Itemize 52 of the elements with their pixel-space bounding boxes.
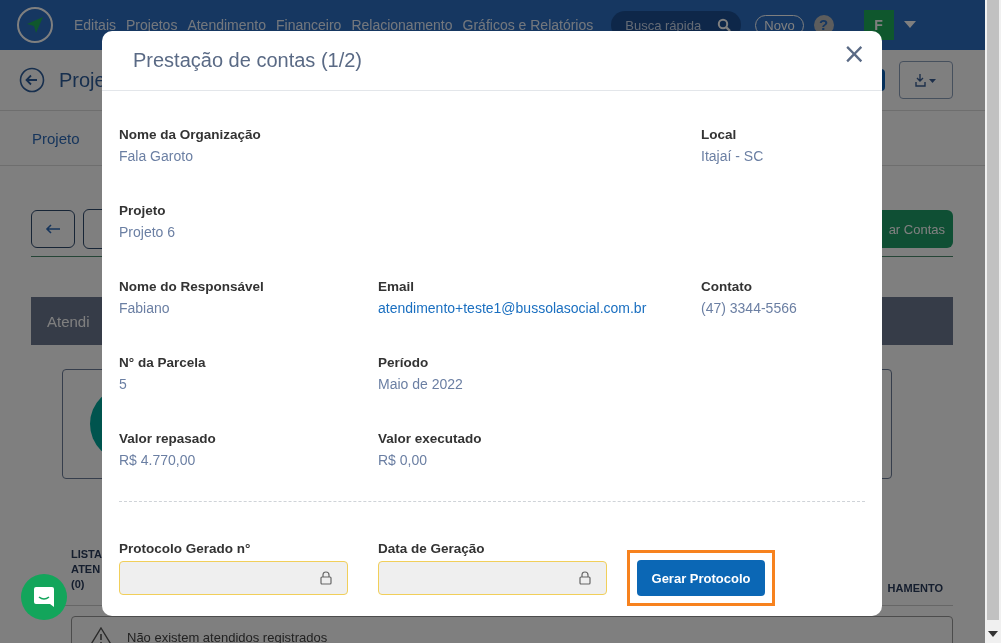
field-value: Projeto 6 xyxy=(119,224,177,240)
attendees-tab[interactable]: Atendi xyxy=(47,312,90,330)
field-label: Período xyxy=(378,355,430,370)
list-title: LISTA ATEN (0) xyxy=(71,546,103,592)
lock-icon xyxy=(579,571,591,585)
field-label: Contato xyxy=(701,279,753,294)
project-tab[interactable]: Projeto xyxy=(32,129,80,147)
warning-icon xyxy=(89,627,113,643)
scrollbar-thumb[interactable] xyxy=(987,0,999,620)
chat-button[interactable] xyxy=(21,574,67,620)
email-link[interactable]: atendimento+teste1@bussolasocial.com.br xyxy=(378,300,701,316)
field-label: Projeto xyxy=(119,203,167,218)
nav-link[interactable]: Atendimento xyxy=(187,17,266,33)
field-value: Fala Garoto xyxy=(119,148,194,164)
nav-link[interactable]: Editais xyxy=(74,17,117,33)
field-value: R$ 4.770,00 xyxy=(119,452,197,468)
scrollbar[interactable] xyxy=(985,0,1001,643)
download-icon xyxy=(915,73,937,87)
field-label: Valor repasado xyxy=(119,431,217,446)
nav-link[interactable]: Projetos xyxy=(126,17,178,33)
input-field[interactable] xyxy=(119,561,348,595)
nav-link[interactable]: Relacionamento xyxy=(351,17,453,33)
field-label: N° da Parcela xyxy=(119,355,207,370)
field-label: Nome do Responsável xyxy=(119,279,265,294)
field-value: (47) 3344-5566 xyxy=(701,300,798,316)
modal-title: Prestação de contas (1/2) xyxy=(133,49,363,72)
field-value: R$ 0,00 xyxy=(378,452,429,468)
field-label: Data de Geração xyxy=(378,541,486,556)
field-label: Email xyxy=(378,279,416,294)
nav-link[interactable]: Financeiro xyxy=(276,17,342,33)
field-value: Itajaí - SC xyxy=(701,148,765,164)
arrow-left-icon xyxy=(45,224,61,234)
lock-icon xyxy=(320,571,332,585)
caret-icon[interactable] xyxy=(903,21,916,29)
field-value: Maio de 2022 xyxy=(378,376,464,392)
field-label: Valor executado xyxy=(378,431,483,446)
generate-protocol-button[interactable]: Gerar Protocolo xyxy=(637,560,765,596)
field-value: Fabiano xyxy=(119,300,171,316)
nav-link[interactable]: Gráficos e Relatórios xyxy=(462,17,594,33)
field-value: 5 xyxy=(119,376,128,392)
input-field[interactable] xyxy=(378,561,607,595)
field-label: Local xyxy=(701,127,738,142)
chat-icon xyxy=(33,586,55,608)
scroll-down-icon[interactable] xyxy=(988,631,998,637)
download-button[interactable] xyxy=(899,61,953,99)
field-label: Protocolo Gerado n° xyxy=(119,541,252,556)
close-button[interactable]: × xyxy=(838,41,870,66)
back-icon[interactable] xyxy=(19,67,45,93)
column-header: HAMENTO xyxy=(887,582,943,594)
field-label: Nome da Organização xyxy=(119,127,262,142)
compass-logo-icon[interactable] xyxy=(16,6,54,44)
back-button[interactable] xyxy=(31,210,75,248)
